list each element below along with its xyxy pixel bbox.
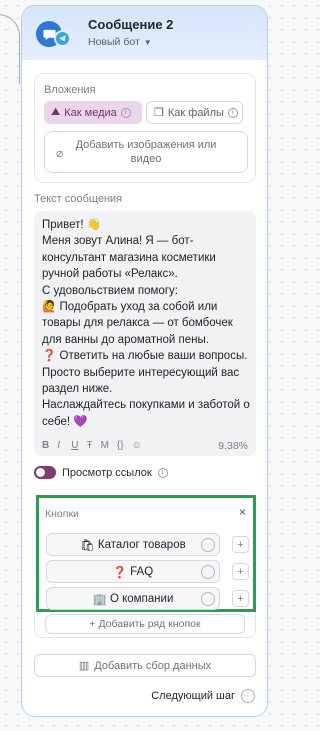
attachments-section: Вложения ⛰ Как медиа i ❐ Как файлы i ⌀ Д… (34, 73, 256, 183)
connection-line (0, 14, 20, 84)
as-files-label: Как файлы (167, 106, 224, 119)
emoji-button[interactable]: ☺ (132, 440, 142, 451)
keyboard-button-label: FAQ (130, 565, 154, 578)
button-radio[interactable] (201, 565, 215, 579)
strikethrough-button[interactable]: Ŧ (86, 440, 92, 451)
attachments-label: Вложения (44, 84, 96, 96)
close-icon[interactable]: × (239, 505, 246, 519)
info-icon[interactable]: i (227, 107, 238, 118)
keyboard-button[interactable]: ❓ FAQ (46, 560, 220, 583)
add-data-label: Добавить сбор данных (94, 659, 212, 672)
file-icon: ❐ (154, 107, 164, 119)
message-text[interactable]: Привет! 👋 Меня зовут Алина! Я — бот-конс… (42, 217, 252, 430)
chevron-down-icon: ▼ (143, 37, 152, 47)
add-button-plus[interactable]: + (232, 536, 249, 553)
telegram-icon (54, 30, 71, 47)
add-button-plus[interactable]: + (232, 590, 249, 607)
message-editor[interactable]: Привет! 👋 Меня зовут Алина! Я — бот-конс… (34, 211, 256, 456)
add-button-plus[interactable]: + (232, 563, 249, 580)
data-collection-icon: ▥ (78, 660, 90, 672)
image-icon: ⛰ (51, 106, 61, 118)
bold-button[interactable]: B (42, 440, 49, 451)
add-images-label: Добавить изображения или видео (75, 139, 217, 165)
link-preview-label: Просмотр ссылок (62, 466, 152, 479)
info-icon[interactable]: i (157, 467, 168, 478)
monospace-button[interactable]: M (101, 440, 109, 451)
keyboard-label: Кнопки (45, 508, 79, 520)
next-step-connector[interactable] (241, 689, 255, 703)
message-node-card[interactable]: Сообщение 2 Новый бот ▼ Вложения ⛰ Как м… (21, 5, 268, 717)
link-preview-row: Просмотр ссылок i (34, 466, 168, 479)
button-radio[interactable] (201, 592, 215, 606)
link-preview-toggle[interactable] (34, 466, 56, 479)
char-usage: 9.38% (218, 440, 248, 452)
format-toolbar: B I U Ŧ M {} ☺ (42, 440, 142, 451)
add-data-collection-button[interactable]: ▥ Добавить сбор данных (34, 654, 256, 677)
as-files-button[interactable]: ❐ Как файлы i (146, 101, 243, 124)
office-building-icon: 🏢 (92, 593, 107, 606)
button-radio[interactable] (201, 538, 215, 552)
paperclip-icon: ⌀ (56, 146, 64, 160)
next-step-label: Следующий шаг (151, 690, 235, 702)
info-icon[interactable]: i (120, 107, 131, 118)
keyboard-button[interactable]: 🏢 О компании (46, 587, 220, 610)
node-header[interactable]: Сообщение 2 Новый бот ▼ (22, 6, 267, 60)
italic-button[interactable]: I (57, 440, 63, 451)
keyboard-section: Кнопки × 🛍 Каталог товаров + ❓ FAQ + 🏢 О… (36, 495, 256, 612)
as-media-button[interactable]: ⛰ Как медиа i (44, 101, 142, 124)
bot-selector[interactable]: Новый бот ▼ (88, 36, 152, 48)
message-label: Текст сообщения (34, 193, 123, 205)
as-media-label: Как медиа (64, 106, 117, 119)
add-row-container: + Добавить ряд кнопок (34, 612, 256, 638)
add-button-row-button[interactable]: + Добавить ряд кнопок (45, 614, 245, 634)
keyboard-button[interactable]: 🛍 Каталог товаров (46, 533, 220, 556)
bot-name: Новый бот (88, 36, 140, 48)
shopping-bags-icon: 🛍 (80, 539, 95, 552)
variables-button[interactable]: {} (117, 440, 124, 451)
node-title[interactable]: Сообщение 2 (88, 17, 173, 32)
underline-button[interactable]: U (71, 440, 78, 451)
add-images-button[interactable]: ⌀ Добавить изображения или видео (44, 131, 248, 173)
question-mark-icon: ❓ (112, 566, 128, 579)
keyboard-button-label: Каталог товаров (97, 538, 186, 551)
keyboard-button-label: О компании (109, 592, 174, 605)
next-step-row: Следующий шаг (151, 689, 255, 703)
